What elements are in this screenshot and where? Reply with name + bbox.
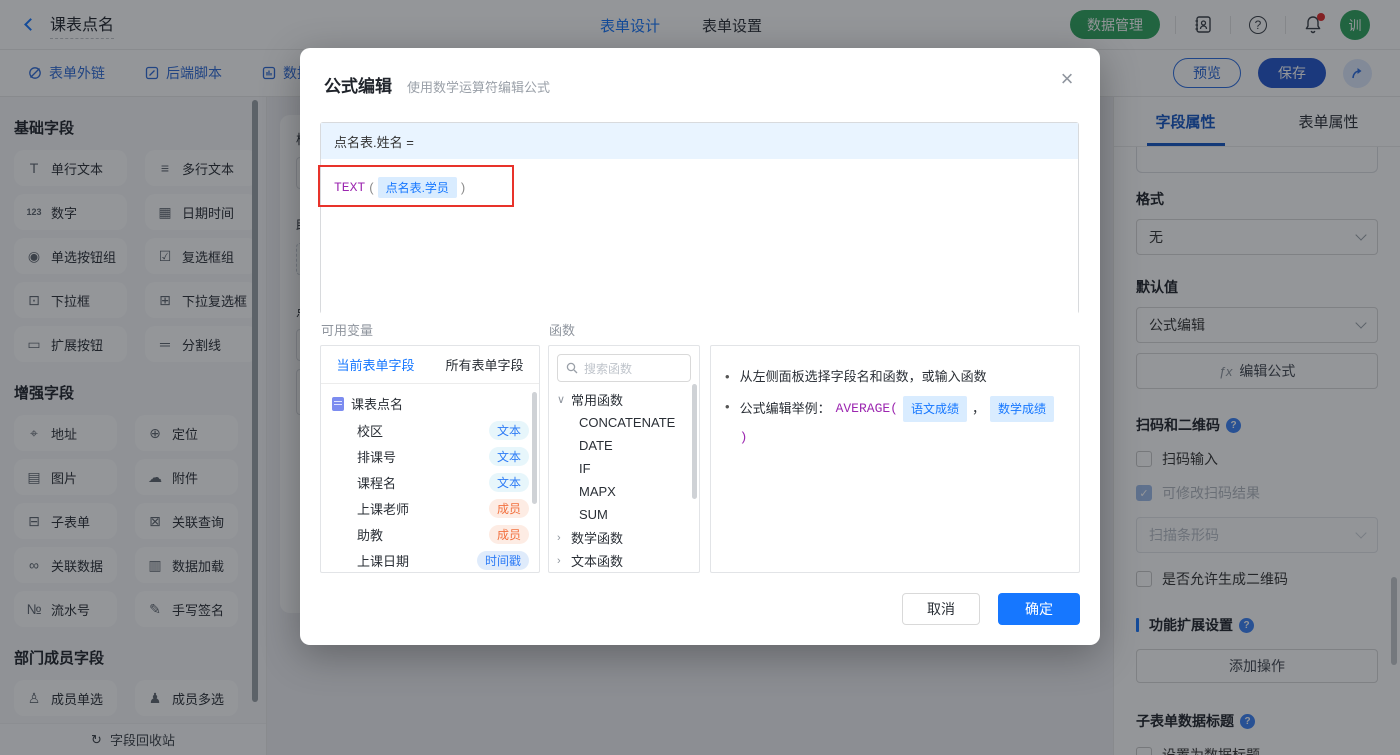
close-icon[interactable]: ×	[1052, 64, 1082, 94]
tab-current-form-fields[interactable]: 当前表单字段	[321, 346, 430, 383]
function-group-label: 文本函数	[571, 554, 624, 569]
help-bullet-1: 从左侧面板选择字段名和函数，或输入函数	[739, 369, 987, 384]
search-icon	[566, 362, 578, 374]
variable-field-name: 上课日期	[357, 553, 410, 569]
example-prefix: 公式编辑举例：	[739, 401, 831, 416]
function-item[interactable]: IF	[549, 457, 699, 480]
confirm-button[interactable]: 确定	[998, 593, 1080, 625]
variables-tabs: 当前表单字段 所有表单字段	[321, 346, 539, 384]
function-search-input[interactable]: 搜索函数	[557, 354, 691, 382]
form-doc-icon	[332, 396, 344, 411]
variables-label: 可用变量	[321, 323, 374, 338]
function-item[interactable]: DATE	[549, 434, 699, 457]
function-items: CONCATENATE DATE IF MAPX SUM	[549, 411, 699, 526]
help-bullet-2: 公式编辑举例： AVERAGE( 语文成绩 ， 数学成绩 )	[740, 396, 1065, 449]
formula-expression: TEXT ( 点名表.学员 )	[334, 177, 465, 198]
variable-field-name: 助教	[357, 527, 384, 543]
example-comma: ，	[972, 401, 986, 416]
variable-type-badge: 文本	[488, 420, 529, 440]
close-paren: )	[460, 180, 466, 195]
function-group-label: 常用函数	[571, 393, 624, 408]
variables-scrollbar-thumb[interactable]	[532, 392, 537, 504]
variable-field-name: 排课号	[357, 449, 397, 465]
variable-field-row[interactable]: 排课号 文本	[321, 443, 539, 469]
function-groups-closed: › 数学函数 › 文本函数	[549, 526, 699, 572]
variables-root-label: 课表点名	[351, 397, 404, 412]
variable-field-row[interactable]: 课程名 文本	[321, 469, 539, 495]
variables-list: 校区 文本 排课号 文本 课程名 文本 上课老师 成员 助教 成员 上课日期 时…	[321, 417, 539, 572]
chevron-down-icon: ∨	[557, 394, 566, 406]
variable-field-name: 上课老师	[357, 501, 410, 517]
formula-help-panel: • 从左侧面板选择字段名和函数，或输入函数 • 公式编辑举例： AVERAGE(…	[710, 345, 1080, 573]
modal-title: 公式编辑	[324, 77, 392, 96]
open-paren: (	[369, 180, 374, 195]
bullet-dot: •	[725, 369, 730, 384]
formula-target-text: 点名表.姓名 =	[334, 134, 414, 150]
variable-field-row[interactable]: 上课老师 成员	[321, 495, 539, 521]
bullet-dot: •	[725, 399, 730, 414]
variable-type-badge: 文本	[488, 472, 529, 492]
function-group-closed[interactable]: › 文本函数	[549, 549, 699, 572]
variables-panel: 当前表单字段 所有表单字段 课表点名 校区 文本 排课号 文本 课程名 文本 上…	[320, 345, 540, 573]
variable-field-name: 课程名	[357, 475, 397, 491]
formula-input-area[interactable]: TEXT ( 点名表.学员 )	[318, 159, 1078, 314]
function-name: TEXT	[334, 180, 366, 195]
variable-field-row[interactable]: 上课日期 时间戳	[321, 547, 539, 572]
example-chip: 语文成绩	[903, 396, 968, 422]
chevron-right-icon: ›	[557, 531, 561, 544]
function-search-placeholder: 搜索函数	[584, 361, 633, 376]
functions-panel: 搜索函数 ∨ 常用函数 CONCATENATE DATE IF MAPX SUM…	[548, 345, 700, 573]
formula-editor-box: 点名表.姓名 = TEXT ( 点名表.学员 )	[318, 122, 1079, 314]
function-group-closed[interactable]: › 数学函数	[549, 526, 699, 549]
variable-type-badge: 成员	[488, 498, 529, 518]
formula-target-bar: 点名表.姓名 =	[321, 123, 1078, 159]
variable-field-name: 校区	[357, 423, 384, 439]
example-function: AVERAGE(	[835, 401, 898, 416]
functions-label: 函数	[549, 323, 576, 338]
variable-field-row[interactable]: 助教 成员	[321, 521, 539, 547]
example-chip: 数学成绩	[990, 396, 1055, 422]
function-group-label: 数学函数	[571, 531, 624, 546]
functions-scrollbar-thumb[interactable]	[692, 384, 697, 499]
function-item[interactable]: MAPX	[549, 480, 699, 503]
variable-type-badge: 成员	[488, 524, 529, 544]
variable-field-row[interactable]: 校区 文本	[321, 417, 539, 443]
variable-type-badge: 时间戳	[476, 550, 529, 570]
variables-root-node[interactable]: 课表点名	[321, 390, 539, 417]
function-item[interactable]: SUM	[549, 503, 699, 526]
modal-subtitle: 使用数学运算符编辑公式	[407, 80, 551, 95]
function-item[interactable]: CONCATENATE	[549, 411, 699, 434]
function-group-common[interactable]: ∨ 常用函数	[549, 388, 699, 411]
tab-all-form-fields[interactable]: 所有表单字段	[430, 346, 539, 383]
variable-type-badge: 文本	[488, 446, 529, 466]
cancel-button[interactable]: 取消	[902, 593, 980, 625]
example-close-paren: )	[739, 430, 748, 445]
formula-editor-modal: 公式编辑 使用数学运算符编辑公式 × 点名表.姓名 = TEXT ( 点名表.学…	[300, 48, 1100, 645]
chevron-right-icon: ›	[557, 554, 561, 567]
field-chip[interactable]: 点名表.学员	[377, 177, 457, 198]
